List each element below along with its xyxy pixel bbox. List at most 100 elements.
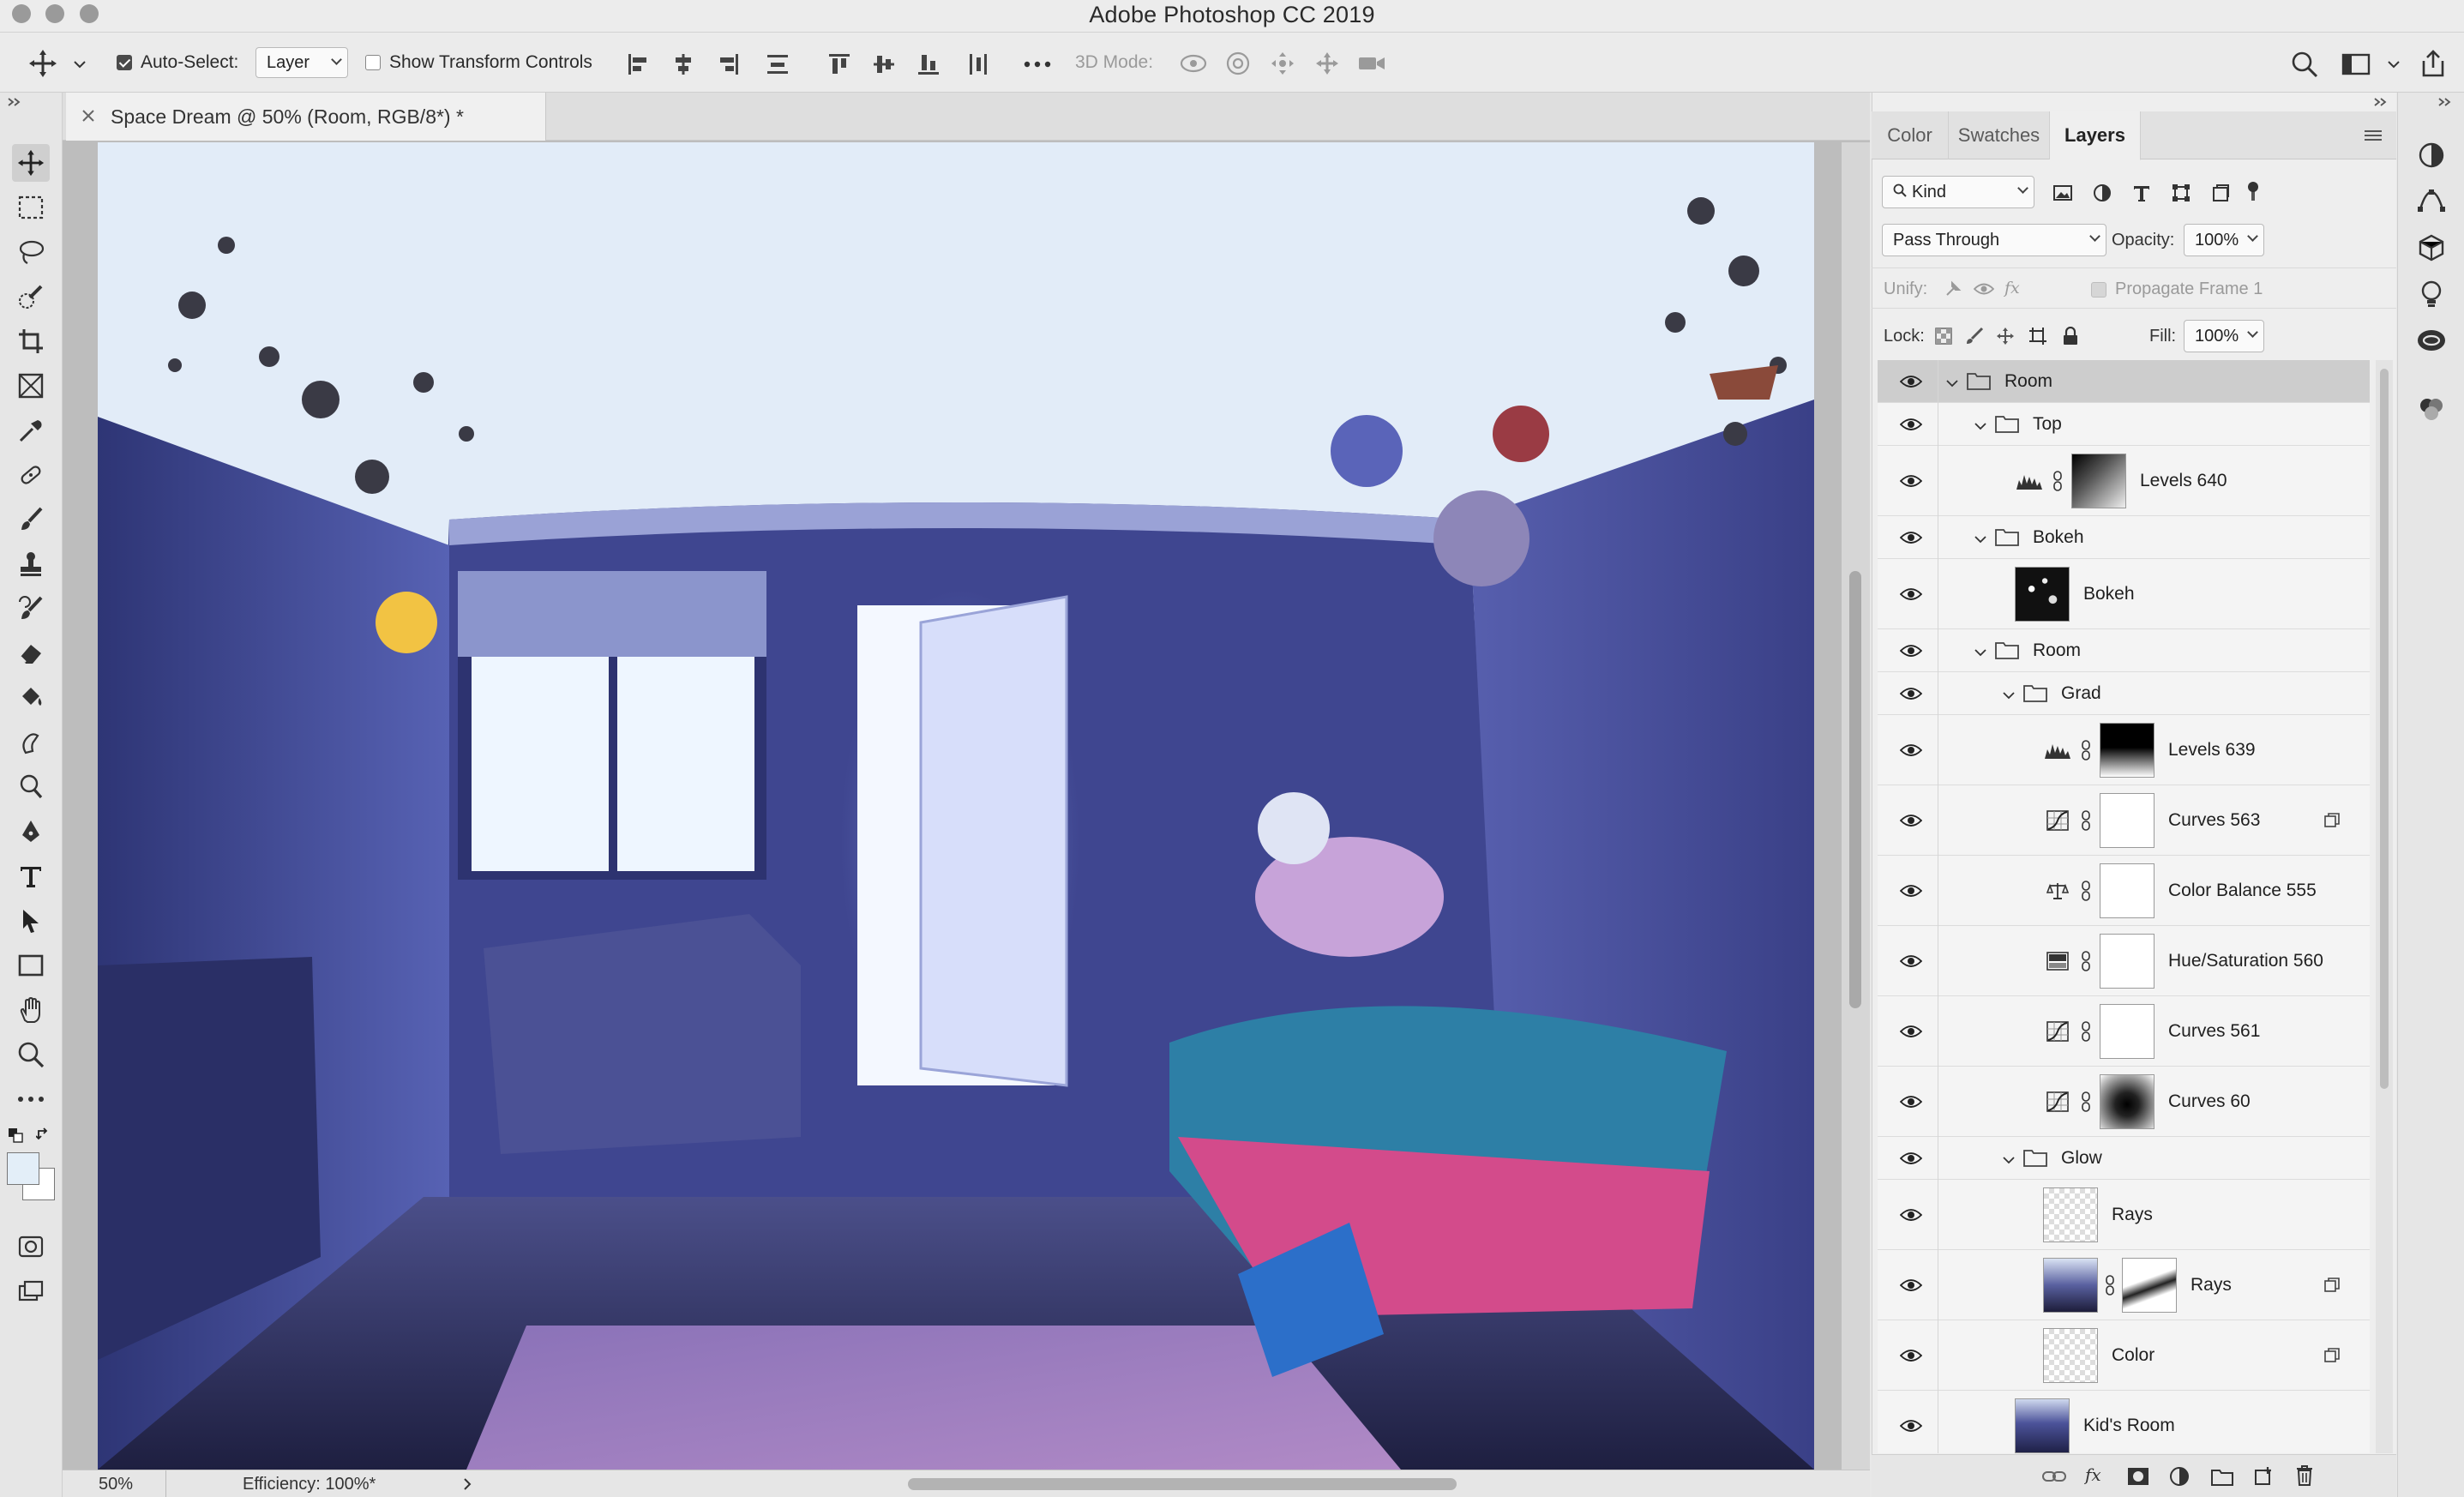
filter-pixel-layers-icon[interactable] (2050, 180, 2076, 206)
screen-mode-icon[interactable] (12, 1272, 50, 1310)
auto-select-checkbox[interactable]: Auto-Select: (117, 33, 238, 93)
learn-lightbulb-icon[interactable] (2413, 276, 2449, 312)
layer-mask-thumbnail[interactable] (2071, 454, 2126, 508)
channels-panel-icon[interactable] (2413, 391, 2449, 427)
expand-group-chevron-down-icon[interactable] (1974, 532, 1988, 544)
expand-group-chevron-down-icon[interactable] (1974, 419, 1988, 430)
propagate-frame-checkbox[interactable]: Propagate Frame 1 (2091, 280, 2263, 299)
edit-toolbar-icon[interactable] (12, 1080, 50, 1118)
healing-brush-tool[interactable] (12, 456, 50, 494)
layer-row[interactable]: Color Balance 555 (1878, 856, 2370, 926)
workspace-layout-icon[interactable] (2339, 48, 2373, 81)
visibility-eye-icon[interactable] (1898, 1145, 1924, 1171)
vertical-scroll-thumb[interactable] (1849, 571, 1861, 1008)
3d-panel-icon[interactable] (2413, 230, 2449, 266)
layer-row[interactable]: Curves 563 (1878, 785, 2370, 856)
visibility-eye-icon[interactable] (1898, 638, 1924, 664)
hand-tool[interactable] (12, 991, 50, 1029)
tool-preset-chevron-down-icon[interactable] (72, 57, 87, 72)
canvas-vertical-scrollbar[interactable] (1842, 142, 1870, 1470)
collapse-strip-icon[interactable] (2436, 94, 2455, 110)
layer-row[interactable]: Rays (1878, 1180, 2370, 1250)
status-menu-chevron-right-icon[interactable] (462, 1476, 472, 1496)
layer-thumbnail[interactable] (2043, 1187, 2098, 1242)
panel-menu-icon[interactable] (2362, 127, 2384, 144)
visibility-eye-icon[interactable] (1898, 808, 1924, 833)
visibility-eye-icon[interactable] (1898, 681, 1924, 706)
libraries-cloud-icon[interactable] (2413, 322, 2449, 358)
document-canvas[interactable] (98, 142, 1814, 1470)
layer-row[interactable]: Hue/Saturation 560 (1878, 926, 2370, 996)
mask-link-icon[interactable] (2052, 471, 2064, 491)
mask-link-icon[interactable] (2081, 810, 2093, 831)
layer-mask-thumbnail[interactable] (2100, 1074, 2154, 1129)
workspace-chevron-down-icon[interactable] (2385, 58, 2402, 70)
layer-row[interactable]: Curves 561 (1878, 996, 2370, 1067)
unify-position-icon[interactable] (1940, 277, 1966, 301)
layer-style-fx-icon[interactable]: fx (2082, 1462, 2112, 1489)
delete-layer-trash-icon[interactable] (2290, 1462, 2319, 1489)
opacity-field[interactable]: 100% (2184, 224, 2264, 256)
brush-tool[interactable] (12, 501, 50, 538)
zoom-level[interactable]: 50% (99, 1475, 133, 1494)
pen-tool[interactable] (12, 813, 50, 851)
layer-row[interactable]: Curves 60 (1878, 1067, 2370, 1137)
tab-color[interactable]: Color (1872, 111, 1949, 159)
layer-row[interactable]: Bokeh (1878, 559, 2370, 629)
swap-colors-icon[interactable] (34, 1127, 53, 1144)
lock-transparent-pixels-icon[interactable] (1932, 324, 1956, 348)
search-icon[interactable] (2287, 48, 2322, 81)
expand-group-chevron-down-icon[interactable] (1974, 646, 1988, 657)
layer-mask-thumbnail[interactable] (2100, 934, 2154, 989)
align-top-edges-icon[interactable] (825, 50, 854, 79)
layers-scroll-thumb[interactable] (2380, 369, 2389, 1089)
3d-pan-icon[interactable] (1265, 48, 1300, 79)
distribute-vertically-icon[interactable] (763, 50, 792, 79)
show-transform-controls-checkbox[interactable]: Show Transform Controls (365, 33, 592, 93)
3d-orbit-icon[interactable] (1176, 48, 1211, 79)
quick-mask-icon[interactable] (12, 1228, 50, 1266)
visibility-eye-icon[interactable] (1898, 737, 1924, 763)
mask-link-icon[interactable] (2105, 1275, 2117, 1296)
efficiency-readout[interactable]: Efficiency: 100%* (243, 1475, 376, 1494)
new-layer-icon[interactable] (2249, 1464, 2278, 1489)
rectangular-marquee-tool[interactable] (12, 189, 50, 226)
3d-slide-icon[interactable] (1310, 48, 1344, 79)
expand-group-chevron-down-icon[interactable] (2003, 688, 2016, 700)
link-layers-icon[interactable] (2040, 1465, 2069, 1488)
visibility-eye-icon[interactable] (1898, 1413, 1924, 1439)
align-horizontal-centers-icon[interactable] (669, 50, 698, 79)
frame-tool[interactable] (12, 367, 50, 405)
show-transform-check[interactable] (365, 55, 381, 70)
visibility-eye-icon[interactable] (1898, 1202, 1924, 1228)
visibility-eye-icon[interactable] (1898, 878, 1924, 904)
expand-group-chevron-down-icon[interactable] (2003, 1153, 2016, 1164)
clone-stamp-tool[interactable] (12, 545, 50, 583)
auto-select-target-dropdown[interactable]: Layer (255, 47, 348, 78)
layer-mask-thumbnail[interactable] (2100, 723, 2154, 778)
layer-row[interactable]: Color (1878, 1320, 2370, 1391)
layer-thumbnail[interactable] (2015, 567, 2070, 622)
collapse-panel-icon[interactable] (5, 94, 24, 110)
align-bottom-edges-icon[interactable] (914, 50, 943, 79)
move-tool-icon[interactable] (26, 46, 60, 81)
document-tab[interactable]: Space Dream @ 50% (Room, RGB/8*) * (66, 93, 546, 141)
layer-group-row[interactable]: Room (1878, 629, 2370, 672)
close-tab-icon[interactable] (81, 105, 95, 128)
mask-link-icon[interactable] (2081, 951, 2093, 971)
align-right-edges-icon[interactable] (713, 50, 742, 79)
more-options-icon[interactable] (1022, 50, 1053, 79)
filter-shape-layers-icon[interactable] (2168, 180, 2194, 206)
3d-roll-icon[interactable] (1221, 48, 1255, 79)
unify-visibility-icon[interactable] (1971, 277, 1997, 301)
share-icon[interactable] (2416, 46, 2450, 81)
path-selection-tool[interactable] (12, 902, 50, 940)
layer-row[interactable]: Levels 639 (1878, 715, 2370, 785)
layer-thumbnail[interactable] (2015, 1398, 2070, 1453)
lock-all-icon[interactable] (2058, 324, 2082, 348)
layer-group-row[interactable]: Grad (1878, 672, 2370, 715)
visibility-eye-icon[interactable] (1898, 948, 1924, 974)
add-layer-mask-icon[interactable] (2124, 1464, 2153, 1489)
eraser-tool[interactable] (12, 634, 50, 672)
paint-bucket-tool[interactable] (12, 679, 50, 717)
